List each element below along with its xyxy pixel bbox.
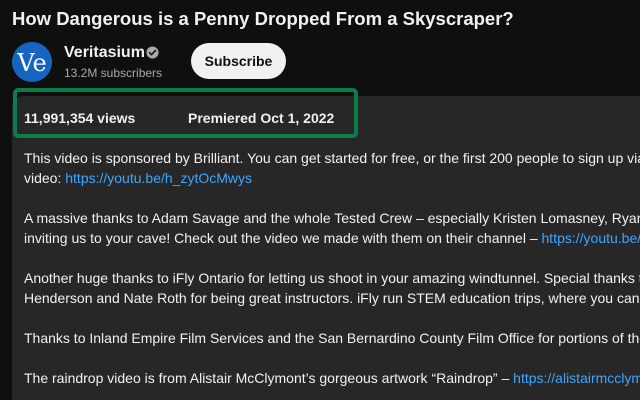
- verified-check-icon: [146, 46, 159, 59]
- description-line: This video is sponsored by Brilliant. Yo…: [24, 150, 640, 166]
- description-text: inviting us to your cave! Check out the …: [24, 230, 542, 246]
- subscribe-button[interactable]: Subscribe: [191, 43, 286, 79]
- highlight-box: [13, 88, 358, 138]
- description-paragraph-3: Another huge thanks to iFly Ontario for …: [24, 268, 640, 308]
- description-line: Another huge thanks to iFly Ontario for …: [24, 270, 640, 286]
- channel-avatar[interactable]: Ve: [12, 42, 52, 82]
- video-details-page: How Dangerous is a Penny Dropped From a …: [0, 0, 640, 400]
- description-paragraph-2: A massive thanks to Adam Savage and the …: [24, 208, 640, 248]
- channel-name[interactable]: Veritasium: [64, 44, 145, 62]
- description-line: Thanks to Inland Empire Film Services an…: [24, 330, 640, 346]
- description-line: Henderson and Nate Roth for being great …: [24, 290, 640, 306]
- description-paragraph-4: Thanks to Inland Empire Film Services an…: [24, 328, 640, 348]
- video-title: How Dangerous is a Penny Dropped From a …: [12, 8, 514, 29]
- description-line: A massive thanks to Adam Savage and the …: [24, 210, 640, 226]
- description-line: The raindrop video is from Alistair McCl…: [24, 368, 640, 388]
- subscriber-count: 13.2M subscribers: [64, 66, 163, 80]
- avatar-text: Ve: [16, 49, 46, 77]
- raindrop-artwork-link[interactable]: https://alistairmcclymont.com: [513, 370, 640, 386]
- sponsor-link[interactable]: https://youtu.be/h_zytOcMwys: [65, 170, 252, 186]
- description-line: inviting us to your cave! Check out the …: [24, 228, 640, 248]
- description-text: video:: [24, 170, 66, 186]
- description-paragraph-1: This video is sponsored by Brilliant. Yo…: [24, 148, 640, 188]
- description-line: video: https://youtu.be/h_zytOcMwys: [24, 168, 640, 188]
- description-text: The raindrop video is from Alistair McCl…: [24, 370, 514, 386]
- description-box[interactable]: [12, 96, 640, 400]
- tested-video-link[interactable]: https://youtu.be/: [542, 230, 640, 246]
- description-paragraph-5: The raindrop video is from Alistair McCl…: [24, 368, 640, 388]
- avatar-logo-icon: Ve: [12, 42, 52, 82]
